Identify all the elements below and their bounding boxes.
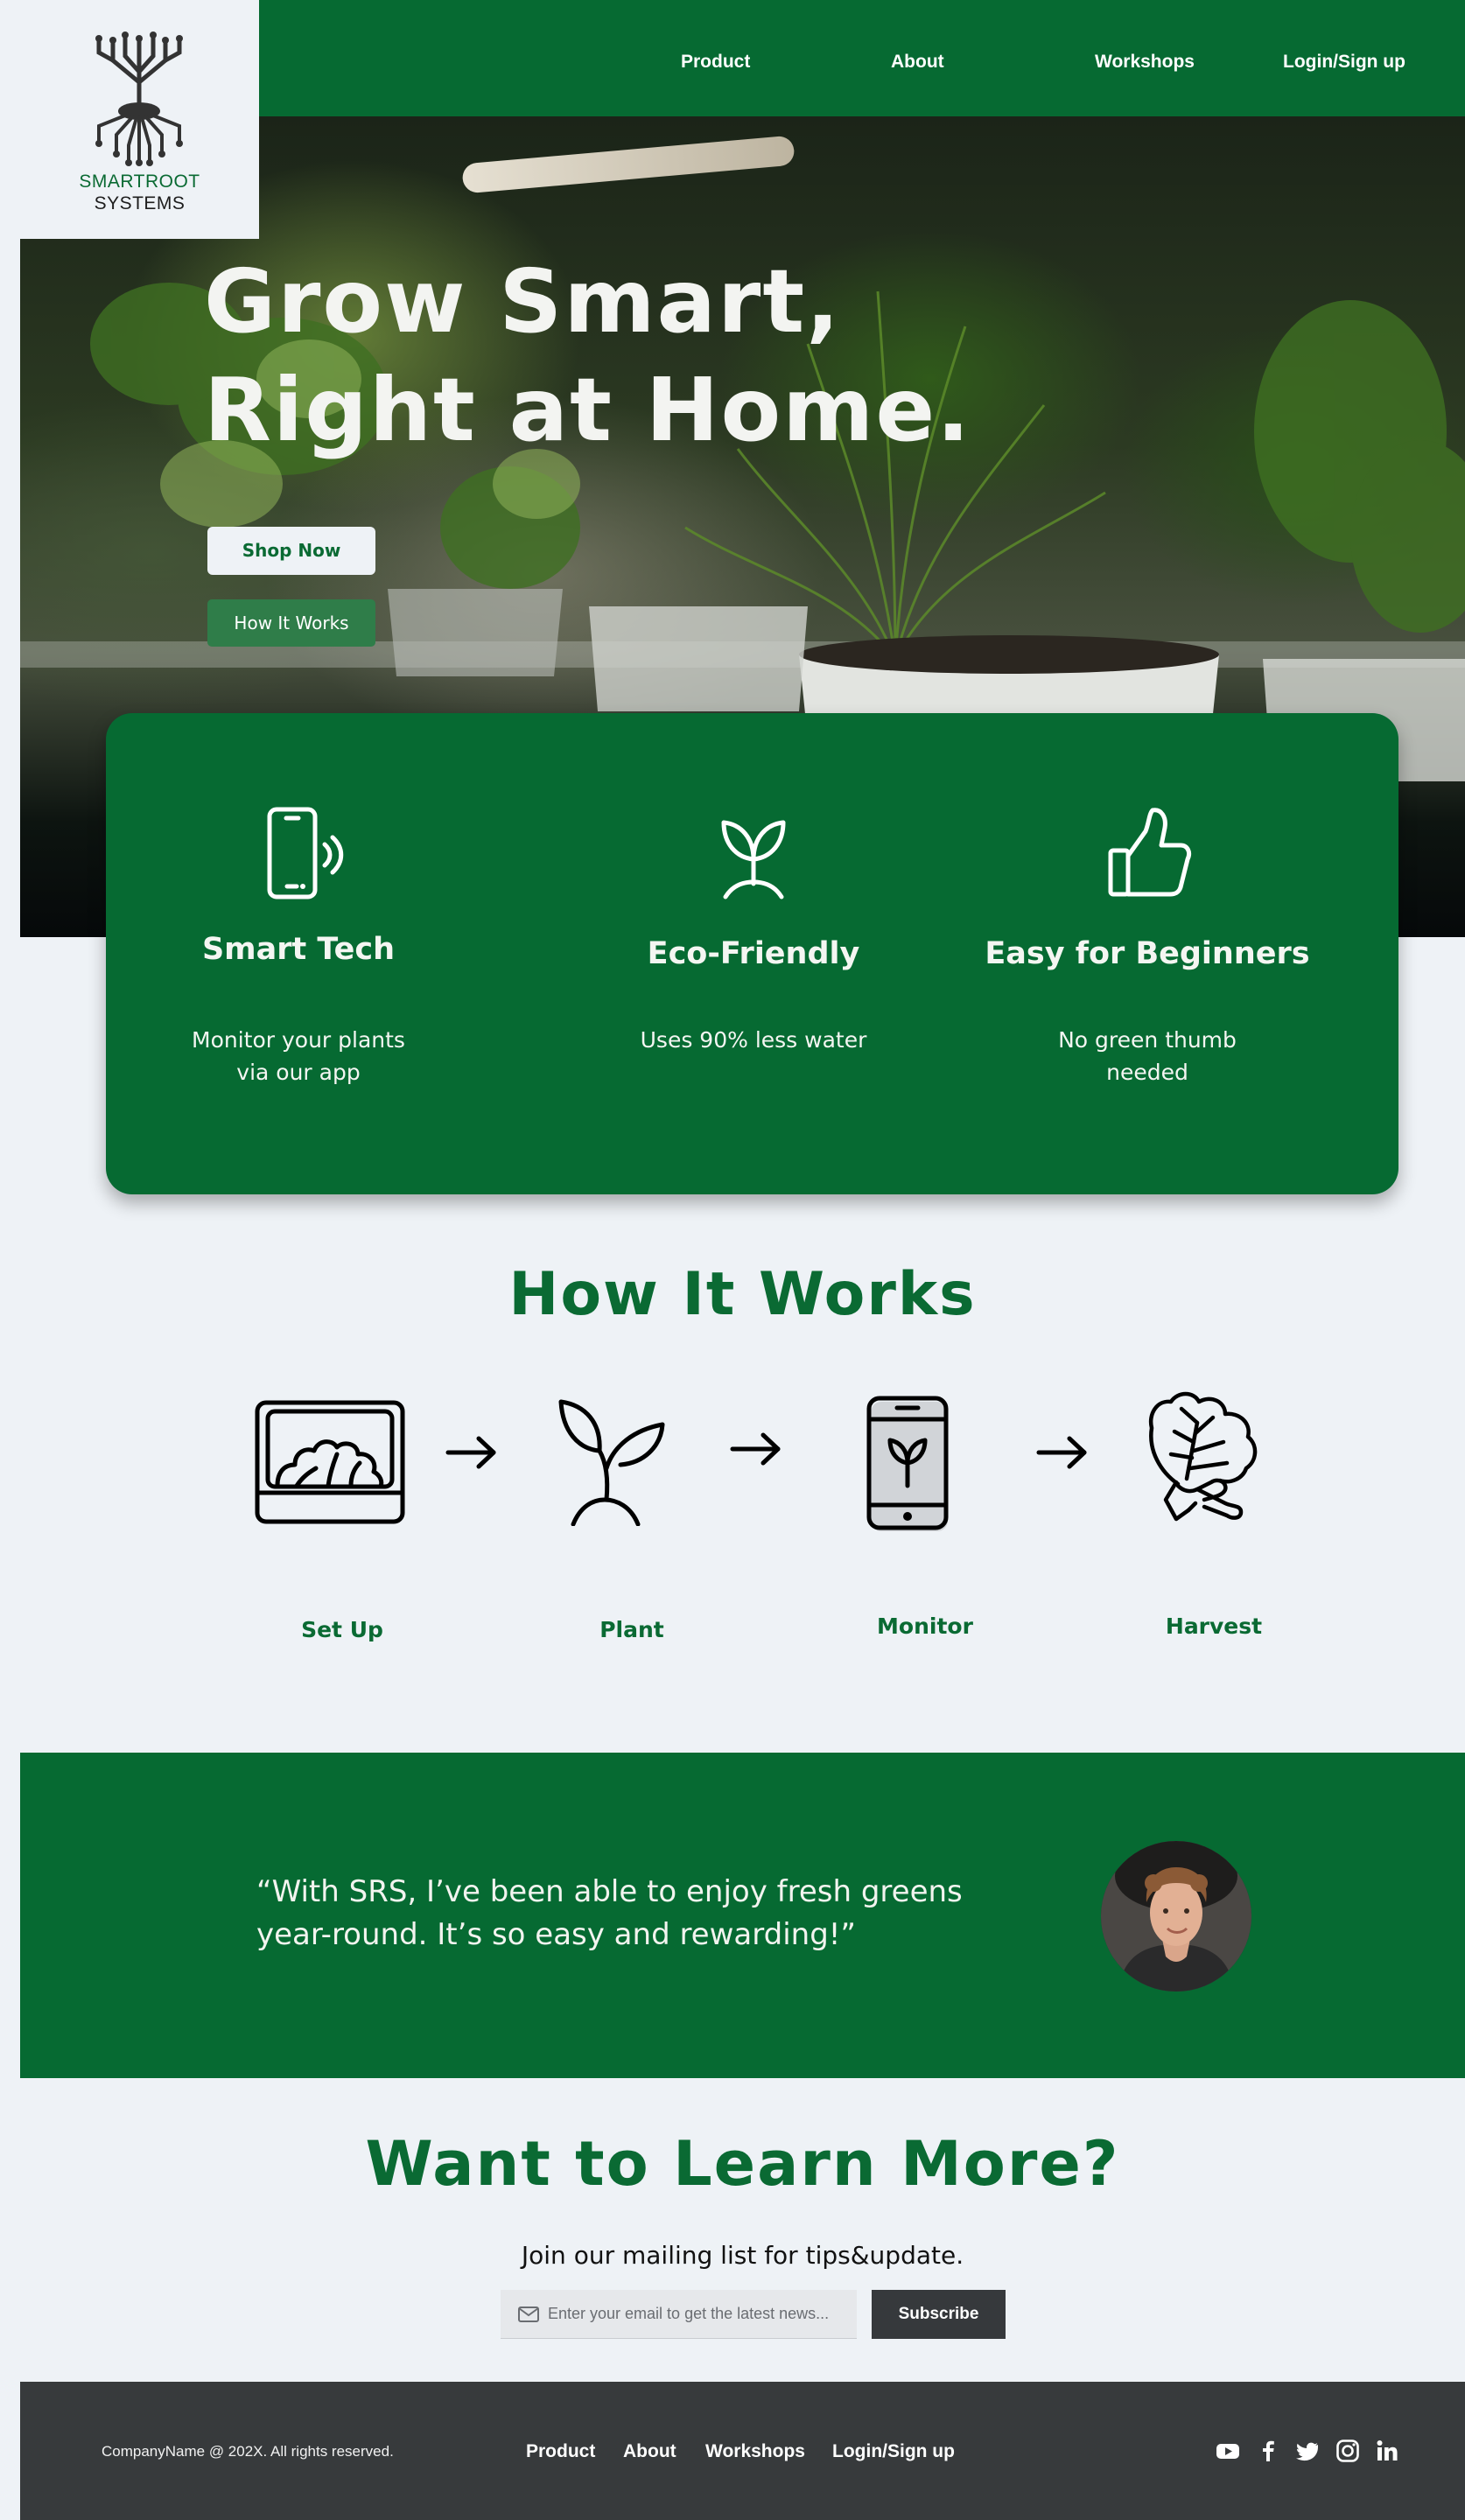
linkedin-icon[interactable]: [1374, 2438, 1400, 2464]
facebook-icon[interactable]: [1255, 2438, 1281, 2464]
newsletter-title: Want to Learn More?: [365, 2128, 1120, 2200]
shop-now-button[interactable]: Shop Now: [207, 527, 375, 575]
feature-description: Uses 90% less water: [640, 1027, 867, 1053]
grow-box-icon: [255, 1400, 405, 1524]
testimonial-section: “With SRS, I’ve been able to enjoy fresh…: [20, 1753, 1465, 2078]
nav-login-signup[interactable]: Login/Sign up: [1283, 0, 1405, 116]
section-title: How It Works: [508, 1260, 977, 1329]
arrow-right-icon: [730, 1432, 781, 1466]
footer-link-product[interactable]: Product: [526, 2441, 595, 2462]
instagram-icon[interactable]: [1335, 2438, 1361, 2464]
feature-desc-line1: Monitor your plants: [192, 1027, 405, 1053]
how-it-works-button[interactable]: How It Works: [207, 599, 375, 647]
sprout-icon: [721, 820, 786, 900]
arrow-right-icon: [1036, 1436, 1087, 1469]
footer-link-workshops[interactable]: Workshops: [705, 2441, 805, 2462]
logo[interactable]: SMARTROOT SYSTEMS: [20, 0, 259, 239]
hero-title-line2: Right at Home.: [204, 359, 972, 461]
feature-description: No green thumb needed: [1058, 1027, 1237, 1085]
youtube-icon[interactable]: [1215, 2438, 1241, 2464]
feature-title: Eco-Friendly: [647, 936, 860, 971]
features-card: Smart Tech Monitor your plants via our a…: [106, 713, 1398, 1194]
nav-workshops[interactable]: Workshops: [1095, 0, 1195, 116]
step-label-setup: Set Up: [301, 1617, 383, 1642]
arrow-right-icon: [445, 1436, 496, 1469]
footer-link-login-signup[interactable]: Login/Sign up: [832, 2441, 955, 2462]
brand-subname: SYSTEMS: [94, 193, 186, 214]
step-label-monitor: Monitor: [877, 1614, 973, 1639]
hero-title-line1: Grow Smart,: [204, 250, 842, 353]
copyright-text: CompanyName @ 202X. All rights reserved.: [102, 2443, 394, 2460]
feature-title: Easy for Beginners: [985, 936, 1310, 971]
feature-easy-beginners: Easy for Beginners No green thumb needed: [955, 713, 1340, 1194]
testimonial-quote: “With SRS, I’ve been able to enjoy fresh…: [256, 1871, 1027, 1956]
feature-description: Monitor your plants via our app: [167, 1024, 430, 1088]
nav-product[interactable]: Product: [681, 0, 750, 116]
quote-line1: “With SRS, I’ve been able to enjoy fresh…: [256, 1874, 963, 1909]
top-nav: Product About Workshops Login/Sign up: [259, 0, 1465, 116]
site-footer: CompanyName @ 202X. All rights reserved.…: [20, 2382, 1465, 2520]
email-field: [501, 2290, 857, 2339]
hand-holding-greens-icon: [1148, 1391, 1258, 1522]
feature-eco-friendly: Eco-Friendly Uses 90% less water: [561, 713, 946, 1194]
nav-about[interactable]: About: [891, 0, 944, 116]
footer-link-about[interactable]: About: [623, 2441, 676, 2462]
newsletter-subtitle: Join our mailing list for tips&update.: [521, 2241, 964, 2270]
quote-line2: year-round. It’s so easy and rewarding!”: [256, 1917, 857, 1952]
page: SMARTROOT SYSTEMS Product About Workshop…: [20, 0, 1465, 2520]
smartphone-wireless-icon: [267, 807, 344, 900]
phone-plant-icon: [866, 1396, 949, 1531]
step-label-harvest: Harvest: [1165, 1614, 1263, 1639]
feature-title: Smart Tech: [201, 932, 396, 967]
email-input[interactable]: [548, 2290, 845, 2338]
seedling-icon: [558, 1399, 665, 1526]
customer-photo: [1101, 1841, 1251, 1992]
avatar: [1101, 1841, 1251, 1992]
brand-name: SMARTROOT: [79, 172, 200, 192]
feature-smart-tech: Smart Tech Monitor your plants via our a…: [106, 713, 491, 1194]
twitter-icon[interactable]: [1294, 2438, 1321, 2464]
tree-roots-icon: [95, 32, 183, 166]
mail-icon: [518, 2306, 539, 2322]
subscribe-button[interactable]: Subscribe: [872, 2290, 1006, 2339]
thumbs-up-icon: [1108, 808, 1192, 897]
feature-desc-line2: via our app: [236, 1060, 361, 1085]
step-label-plant: Plant: [599, 1617, 664, 1642]
hero-title: Grow Smart, Right at Home.: [204, 248, 971, 465]
